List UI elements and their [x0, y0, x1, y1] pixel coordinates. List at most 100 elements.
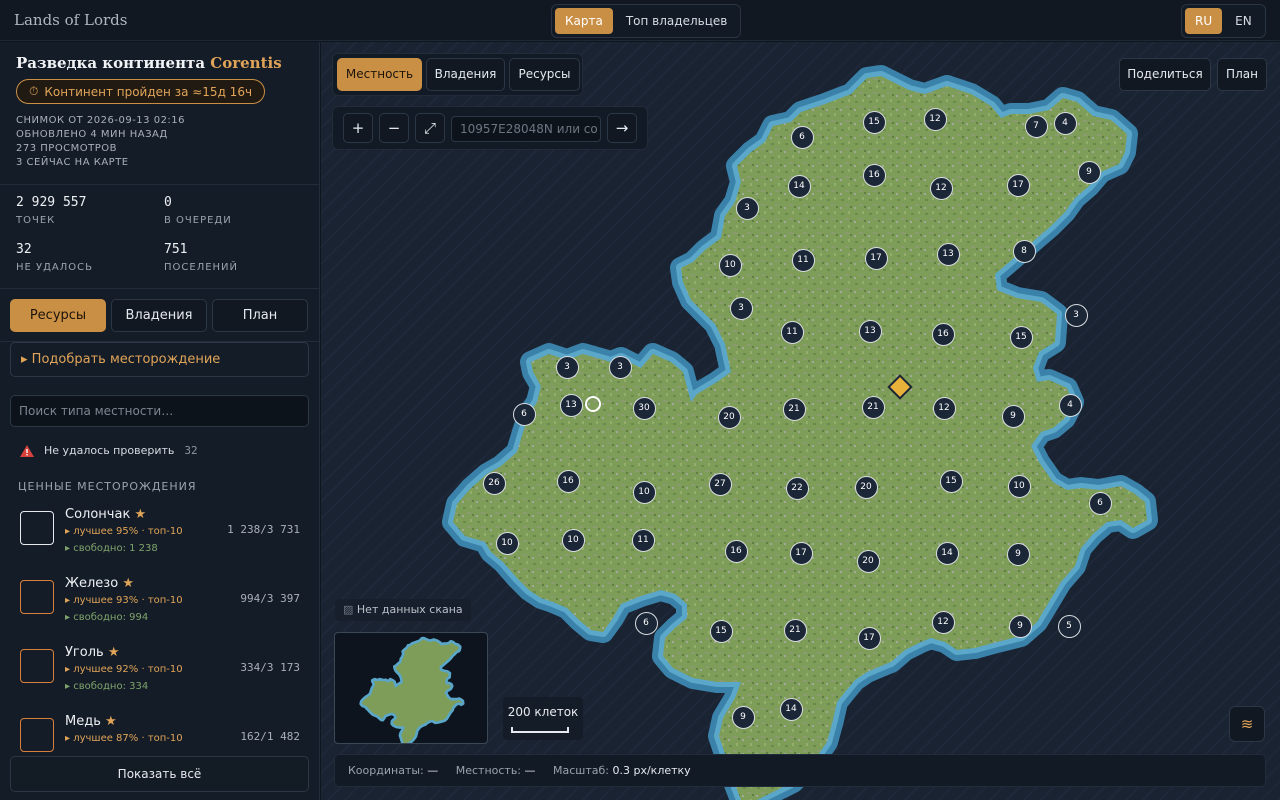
- layer-tabs: Местность Владения Ресурсы: [332, 53, 583, 96]
- settlement-count-marker[interactable]: 21: [782, 397, 806, 421]
- settlement-count-marker[interactable]: 3: [729, 296, 753, 320]
- settlement-count-marker[interactable]: 6: [512, 402, 536, 426]
- settlement-count-marker[interactable]: 15: [862, 110, 886, 134]
- settlement-count-marker[interactable]: 12: [931, 610, 955, 634]
- settlement-count-marker[interactable]: 12: [923, 107, 947, 131]
- settlement-count-marker[interactable]: 9: [1008, 614, 1032, 638]
- fit-view-button[interactable]: ⤢: [415, 113, 445, 143]
- no-data-label: Нет данных скана: [356, 603, 463, 616]
- map-view[interactable]: Местность Владения Ресурсы Поделиться Пл…: [321, 42, 1280, 800]
- lang-ru-button[interactable]: RU: [1185, 8, 1223, 34]
- settlement-count-marker[interactable]: 9: [1006, 542, 1030, 566]
- lang-en-button[interactable]: EN: [1225, 8, 1262, 34]
- tab-map[interactable]: Карта: [555, 8, 613, 34]
- settlement-count-marker[interactable]: 27: [708, 472, 732, 496]
- settlement-count-marker[interactable]: 7: [1024, 114, 1048, 138]
- settlement-count-marker[interactable]: 3: [555, 355, 579, 379]
- settlement-count-marker[interactable]: 6: [790, 125, 814, 149]
- settlement-count-marker[interactable]: 22: [785, 476, 809, 500]
- settlement-count-marker[interactable]: 10: [1007, 474, 1031, 498]
- settlement-count-marker[interactable]: 12: [929, 176, 953, 200]
- deposit-picker-toggle[interactable]: ▸ Подобрать месторождение: [10, 342, 309, 377]
- settlement-count-marker[interactable]: 6: [1088, 491, 1112, 515]
- settlement-count-marker[interactable]: 10: [495, 531, 519, 555]
- settlement-count-marker[interactable]: 26: [482, 471, 506, 495]
- settlement-count-marker[interactable]: 20: [856, 549, 880, 573]
- settlement-count-marker[interactable]: 17: [1006, 173, 1030, 197]
- plan-button[interactable]: План: [1217, 58, 1267, 91]
- settlement-count-marker[interactable]: 14: [935, 541, 959, 565]
- settlement-count-marker[interactable]: 14: [787, 174, 811, 198]
- layer-resources-button[interactable]: Ресурсы: [509, 58, 580, 91]
- settlement-count-marker[interactable]: 8: [1012, 239, 1036, 263]
- stat-points: 2 929 557 ТОЧЕК: [16, 195, 86, 226]
- tab-holdings[interactable]: Владения: [111, 299, 207, 332]
- layer-terrain-button[interactable]: Местность: [337, 58, 422, 91]
- settlement-count-marker[interactable]: 13: [936, 242, 960, 266]
- settlement-count-marker[interactable]: 14: [779, 697, 803, 721]
- resource-item[interactable]: Уголь ★ ▸ лучшее 92% · топ-10 ▸ свободно: …: [20, 645, 310, 705]
- zoom-scale-value: 0.3 px/клетку: [612, 764, 691, 777]
- zoom-in-button[interactable]: +: [343, 113, 373, 143]
- settlement-count-marker[interactable]: 5: [1057, 614, 1081, 638]
- settlement-count-marker[interactable]: 16: [931, 322, 955, 346]
- star-icon: ★: [134, 507, 147, 522]
- tab-plan[interactable]: План: [212, 299, 308, 332]
- settlement-count-marker[interactable]: 6: [634, 611, 658, 635]
- stat-label: ТОЧЕК: [16, 215, 56, 226]
- settlement-count-marker[interactable]: 9: [1001, 404, 1025, 428]
- tab-resources[interactable]: Ресурсы: [10, 299, 106, 332]
- go-button[interactable]: →: [607, 113, 637, 143]
- settlement-count-marker[interactable]: 13: [559, 393, 583, 417]
- settlement-count-marker[interactable]: 30: [632, 396, 656, 420]
- share-button[interactable]: Поделиться: [1119, 58, 1211, 91]
- show-all-button[interactable]: Показать всё: [10, 756, 309, 792]
- settlement-count-marker[interactable]: 12: [932, 396, 956, 420]
- settlement-count-marker[interactable]: 17: [857, 626, 881, 650]
- resource-item[interactable]: Солончак ★ ▸ лучшее 95% · топ-10 ▸ свободн…: [20, 507, 310, 567]
- map-status-bar: Координаты: — Местность: — Масштаб: 0.3 …: [334, 754, 1266, 787]
- settlement-count-marker[interactable]: 3: [608, 355, 632, 379]
- tab-top-owners[interactable]: Топ владельцев: [616, 8, 737, 34]
- minimap[interactable]: [334, 632, 488, 744]
- settlement-count-marker[interactable]: 16: [724, 539, 748, 563]
- terrain-value: —: [524, 764, 536, 777]
- settlement-count-marker[interactable]: 16: [862, 163, 886, 187]
- settlement-count-marker[interactable]: 15: [939, 469, 963, 493]
- resource-item[interactable]: Железо ★ ▸ лучшее 93% · топ-10 ▸ свободно:…: [20, 576, 310, 636]
- settlement-count-marker[interactable]: 20: [854, 475, 878, 499]
- resource-count: 1 238/3 731: [227, 523, 300, 536]
- settlement-count-marker[interactable]: 10: [718, 253, 742, 277]
- settlement-count-marker[interactable]: 4: [1058, 393, 1082, 417]
- resource-count: 162/1 482: [240, 730, 300, 743]
- settlement-count-marker[interactable]: 15: [709, 619, 733, 643]
- settlement-count-marker[interactable]: 21: [861, 395, 885, 419]
- terrain-search-input[interactable]: Поиск типа местности…: [10, 395, 309, 427]
- settlement-count-marker[interactable]: 11: [780, 320, 804, 344]
- settlement-count-marker[interactable]: 9: [731, 705, 755, 729]
- resource-best: ▸ лучшее 93% · топ-10: [65, 595, 183, 606]
- settlement-count-marker[interactable]: 3: [1064, 303, 1088, 327]
- settlement-count-marker[interactable]: 17: [789, 541, 813, 565]
- coordinate-input[interactable]: 10957E28048N или co: [451, 116, 601, 142]
- stat-label: ПОСЕЛЕНИЙ: [164, 262, 239, 273]
- settlement-count-marker[interactable]: 15: [1009, 325, 1033, 349]
- zoom-scale-label: Масштаб:: [553, 764, 609, 777]
- settlement-count-marker[interactable]: 13: [858, 319, 882, 343]
- settlement-count-marker[interactable]: 11: [631, 528, 655, 552]
- settlement-count-marker[interactable]: 9: [1077, 160, 1101, 184]
- layers-toggle-button[interactable]: ≋: [1229, 706, 1265, 742]
- settlement-count-marker[interactable]: 16: [556, 469, 580, 493]
- settlement-count-marker[interactable]: 21: [783, 618, 807, 642]
- settlement-count-marker[interactable]: 20: [717, 405, 741, 429]
- view-switcher: Карта Топ владельцев: [551, 4, 742, 38]
- settlement-count-marker[interactable]: 4: [1053, 111, 1077, 135]
- settlement-count-marker[interactable]: 17: [864, 246, 888, 270]
- settlement-count-marker[interactable]: 11: [791, 248, 815, 272]
- settlement-count-marker[interactable]: 10: [561, 528, 585, 552]
- settlement-count-marker[interactable]: 3: [735, 196, 759, 220]
- zoom-out-button[interactable]: −: [379, 113, 409, 143]
- failed-check-row[interactable]: Не удалось проверить 32: [20, 444, 198, 457]
- layer-holdings-button[interactable]: Владения: [426, 58, 505, 91]
- settlement-count-marker[interactable]: 10: [632, 480, 656, 504]
